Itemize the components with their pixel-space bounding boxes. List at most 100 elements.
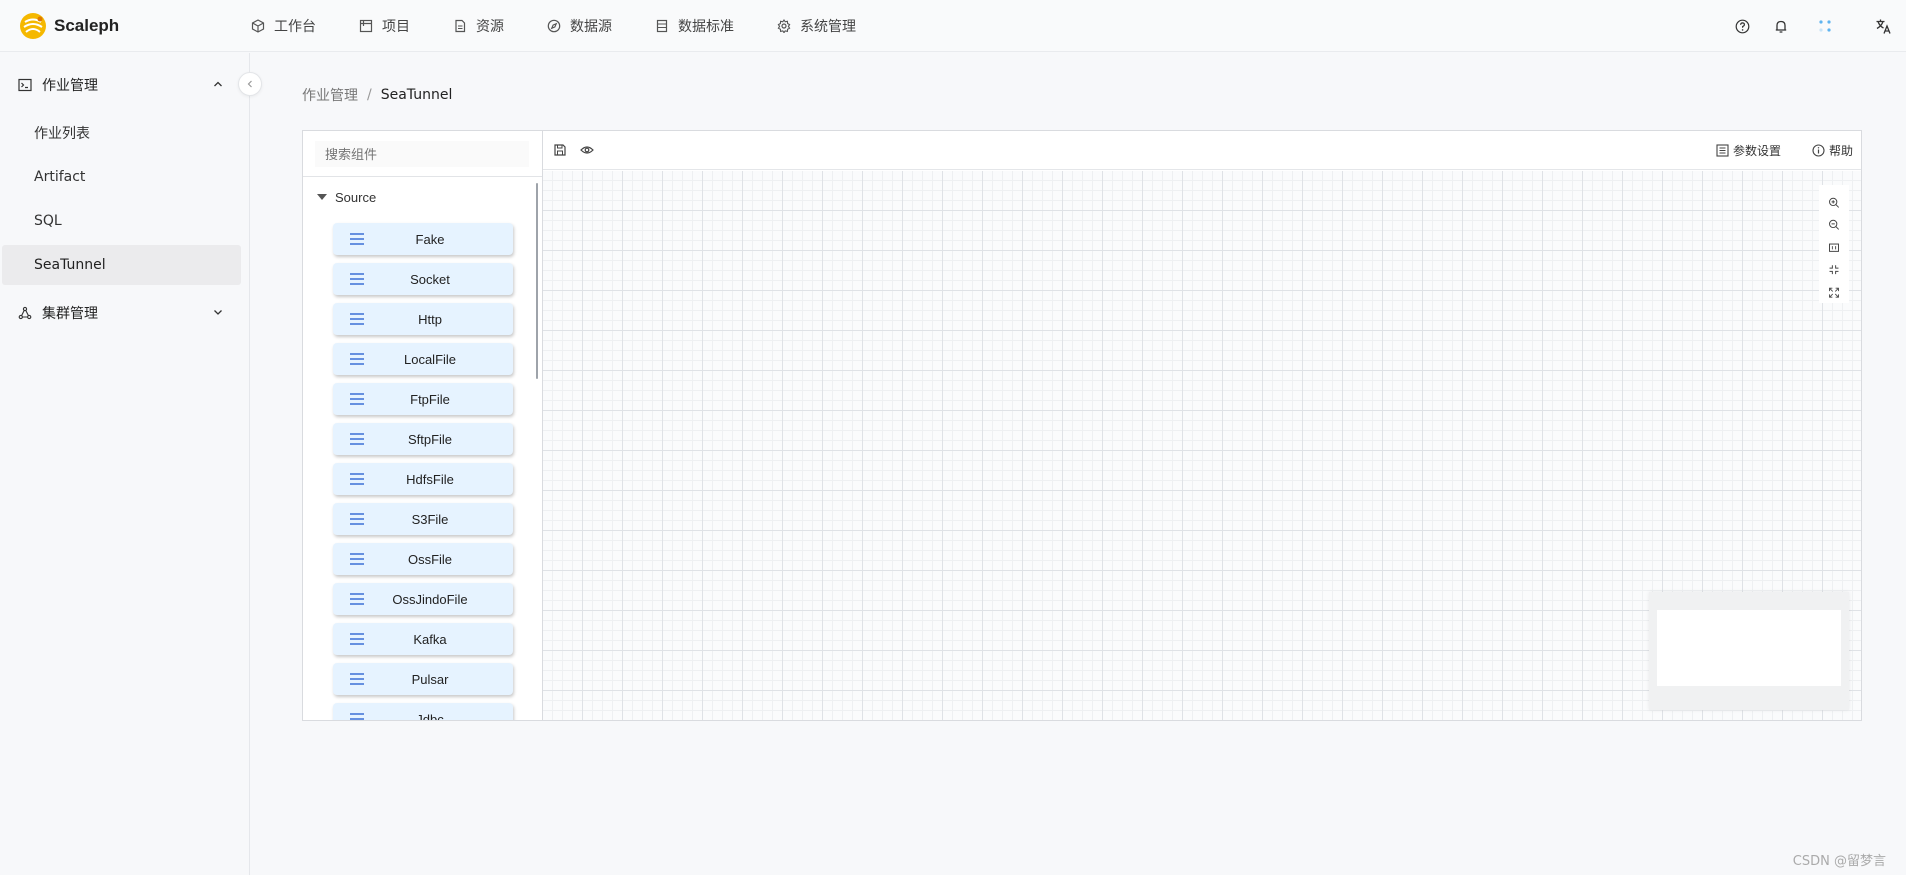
nav-label: 项目 (382, 18, 410, 35)
help-label: 帮助 (1828, 144, 1853, 158)
graph-canvas[interactable] (543, 171, 1861, 720)
settings-panel-icon (1716, 144, 1729, 157)
bell-icon[interactable] (1772, 17, 1790, 35)
nav-label: 系统管理 (800, 18, 856, 35)
sidebar-collapse-button[interactable] (238, 72, 262, 96)
minimap-viewport[interactable] (1657, 610, 1841, 686)
info-icon (1812, 144, 1825, 157)
breadcrumb-parent[interactable]: 作业管理 (302, 85, 358, 105)
help-icon[interactable] (1733, 17, 1751, 35)
params-settings-button[interactable]: 参数设置 (1716, 142, 1781, 159)
stencil-group-source[interactable]: Source (317, 186, 376, 208)
table-icon (656, 19, 668, 32)
watermark-text: CSDN @留梦言 (1792, 854, 1886, 869)
component-item[interactable]: S3File (333, 503, 513, 535)
editor-toolbar: 参数设置 帮助 (543, 131, 1861, 170)
sidebar-item-seatunnel[interactable]: SeaTunnel (2, 245, 241, 285)
menu-lines-icon (350, 673, 364, 685)
scaleph-logo-icon (18, 11, 48, 41)
menu-lines-icon (350, 713, 364, 720)
component-item[interactable]: OssFile (333, 543, 513, 575)
project-icon (359, 19, 373, 32)
chevron-left-icon (247, 80, 252, 88)
cluster-icon (18, 306, 32, 320)
app-logo[interactable]: Scaleph (18, 11, 223, 41)
nav-label: 数据标准 (678, 18, 734, 35)
zoom-toolbar (1819, 185, 1849, 303)
help-button[interactable]: 帮助 (1812, 142, 1853, 159)
minimap[interactable] (1649, 592, 1849, 710)
component-item[interactable]: OssJindoFile (333, 583, 513, 615)
component-item[interactable]: Pulsar (333, 663, 513, 695)
top-navbar: Scaleph 工作台 项目 资源 数据源 数据标准 系统管理 (0, 0, 1906, 52)
component-stencil: Source Fake Socket Http LocalFile FtpFile Sft… (303, 131, 543, 720)
sidebar-group-label: 作业管理 (42, 78, 98, 94)
component-search-input[interactable] (315, 141, 529, 167)
loading-spinner-icon (1816, 17, 1834, 35)
stencil-group-label: Source (335, 189, 377, 205)
sidebar-group-label: 集群管理 (42, 306, 98, 322)
breadcrumb: 作业管理 / SeaTunnel (302, 85, 452, 105)
menu-lines-icon (350, 633, 364, 645)
sidebar-item-label: 作业列表 (34, 126, 90, 142)
compass-icon (547, 19, 561, 32)
component-item[interactable]: FtpFile (333, 383, 513, 415)
breadcrumb-current: SeaTunnel (380, 87, 453, 103)
params-settings-label: 参数设置 (1732, 144, 1781, 158)
caret-down-icon (317, 194, 327, 200)
component-item[interactable]: Socket (333, 263, 513, 295)
nav-label: 资源 (476, 18, 504, 35)
nav-item-datasource[interactable]: 数据源 (547, 16, 612, 36)
stencil-divider (303, 176, 542, 177)
sidebar-item-artifact[interactable]: Artifact (2, 157, 241, 197)
menu-lines-icon (350, 553, 364, 565)
actual-size-icon[interactable] (1827, 242, 1841, 253)
sidebar-group-cluster-management[interactable]: 集群管理 (0, 289, 249, 337)
component-item[interactable]: Fake (333, 223, 513, 255)
menu-lines-icon (350, 513, 364, 525)
nav-item-datastandard[interactable]: 数据标准 (655, 16, 734, 36)
component-item[interactable]: Kafka (333, 623, 513, 655)
menu-lines-icon (350, 593, 364, 605)
menu-lines-icon (350, 313, 364, 325)
nav-item-system[interactable]: 系统管理 (777, 16, 856, 36)
component-item[interactable]: Jdbc (333, 703, 513, 720)
component-item[interactable]: HdfsFile (333, 463, 513, 495)
menu-lines-icon (350, 393, 364, 405)
resource-icon (455, 19, 466, 32)
sidebar-item-label: Artifact (34, 169, 86, 185)
menu-lines-icon (350, 353, 364, 365)
component-item[interactable]: LocalFile (333, 343, 513, 375)
sidebar-item-job-list[interactable]: 作业列表 (2, 113, 241, 153)
nav-label: 工作台 (274, 18, 316, 35)
sidebar-item-sql[interactable]: SQL (2, 201, 241, 241)
zoom-out-icon[interactable] (1827, 219, 1841, 231)
chevron-down-icon (214, 310, 222, 315)
app-name: Scaleph (54, 15, 120, 35)
menu-lines-icon (350, 273, 364, 285)
nav-item-project[interactable]: 项目 (359, 16, 410, 36)
fit-view-icon[interactable] (1827, 264, 1841, 275)
sidebar: 作业管理 作业列表 Artifact SQL SeaTunnel 集群管理 (0, 53, 250, 875)
dag-editor: Source Fake Socket Http LocalFile FtpFile Sft… (302, 130, 1862, 721)
sidebar-item-label: SQL (34, 213, 62, 229)
component-item[interactable]: Http (333, 303, 513, 335)
main-nav: 工作台 项目 资源 数据源 数据标准 系统管理 (251, 0, 899, 52)
save-icon[interactable] (553, 143, 567, 157)
breadcrumb-separator: / (367, 87, 372, 103)
translate-icon[interactable] (1874, 17, 1892, 35)
component-item[interactable]: SftpFile (333, 423, 513, 455)
fullscreen-icon[interactable] (1827, 287, 1841, 298)
zoom-in-icon[interactable] (1827, 197, 1841, 208)
sidebar-item-label: SeaTunnel (34, 257, 106, 273)
nav-label: 数据源 (570, 18, 612, 35)
menu-lines-icon (350, 473, 364, 485)
eye-icon[interactable] (580, 143, 594, 157)
cube-icon (251, 18, 265, 33)
top-right-actions (1733, 0, 1906, 52)
nav-item-resource[interactable]: 资源 (453, 16, 504, 36)
stencil-scrollbar[interactable] (536, 183, 538, 379)
sidebar-group-job-management[interactable]: 作业管理 (0, 61, 249, 109)
gear-icon (777, 18, 791, 33)
nav-item-workbench[interactable]: 工作台 (251, 16, 316, 36)
